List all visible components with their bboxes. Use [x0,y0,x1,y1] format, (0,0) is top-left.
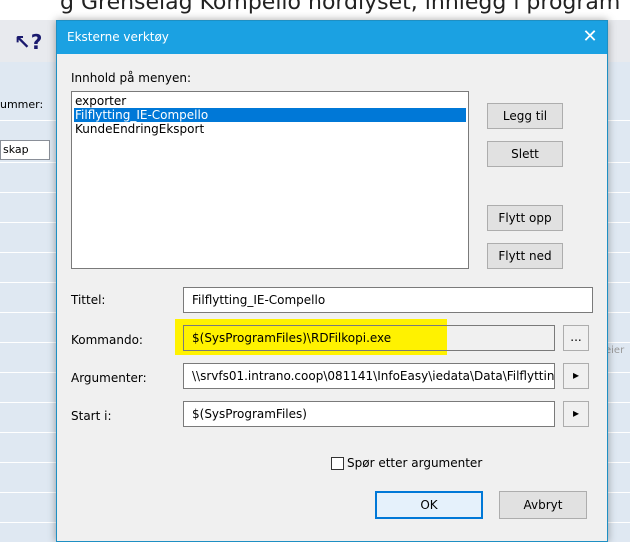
title-label: Tittel: [71,293,106,307]
arguments-label: Argumenter: [71,371,147,385]
add-button[interactable]: Legg til [487,103,563,129]
menu-contents-label: Innhold på menyen: [71,71,192,85]
start-in-label: Start i: [71,409,112,423]
close-icon[interactable]: ✕ [579,27,601,49]
list-item[interactable]: KundeEndringEksport [74,122,466,136]
list-item-selected[interactable]: Filflytting_IE-Compello [74,108,466,122]
start-in-field[interactable]: $(SysProgramFiles) [183,401,555,427]
move-up-button[interactable]: Flytt opp [487,205,563,231]
browse-button[interactable]: ... [563,325,589,351]
dialog-titlebar[interactable]: Eksterne verktøy ✕ [57,21,607,54]
start-in-arrow-button[interactable]: ▸ [563,401,589,427]
title-field[interactable]: Filflytting_IE-Compello [183,287,593,313]
background-field-company[interactable]: skap [0,140,50,160]
help-cursor-icon[interactable]: ↖? [14,30,42,54]
arguments-arrow-button[interactable]: ▸ [563,363,589,389]
arguments-field[interactable]: \\srvfs01.intrano.coop\081141\InfoEasy\i… [183,363,555,389]
command-label: Kommando: [71,333,143,347]
move-down-button[interactable]: Flytt ned [487,243,563,269]
background-top-text: g Grenselag Kompello nordlyset, innlegg … [60,0,621,15]
cancel-button[interactable]: Avbryt [499,491,587,519]
background-label-number: ummer: [0,98,44,111]
list-item[interactable]: exporter [74,94,466,108]
dialog-title: Eksterne verktøy [67,30,169,44]
ok-button[interactable]: OK [375,491,483,519]
command-field[interactable]: $(SysProgramFiles)\RDFilkopi.exe [183,325,555,351]
external-tools-dialog: Eksterne verktøy ✕ Innhold på menyen: ex… [56,20,608,542]
menu-contents-list[interactable]: exporter Filflytting_IE-Compello KundeEn… [71,91,469,269]
background-window-top: g Grenselag Kompello nordlyset, innlegg … [0,0,630,20]
prompt-arguments-checkbox[interactable] [331,457,344,470]
prompt-arguments-label: Spør etter argumenter [347,456,483,470]
delete-button[interactable]: Slett [487,141,563,167]
